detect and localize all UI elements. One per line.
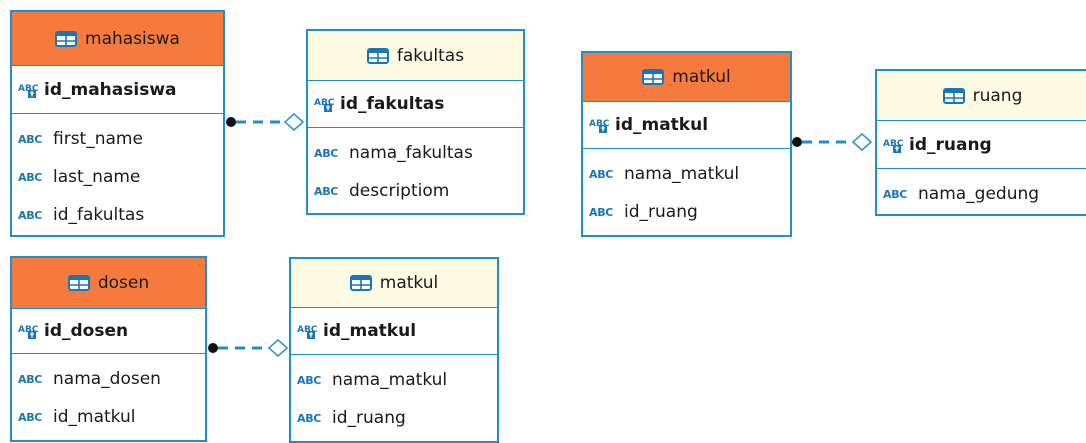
relationship-target-diamond xyxy=(851,132,873,152)
relationship-target-diamond xyxy=(267,338,289,358)
relationship-dosen-matkul[interactable] xyxy=(208,338,289,358)
relationship-matkul-ruang[interactable] xyxy=(792,132,873,152)
relationship-source-dot xyxy=(792,137,802,147)
relationship-source-dot xyxy=(226,117,236,127)
relationship-mahasiswa-fakultas[interactable] xyxy=(226,112,305,132)
relationship-layer xyxy=(208,112,873,358)
relationship-target-diamond xyxy=(283,112,305,132)
relationship-source-dot xyxy=(208,343,218,353)
